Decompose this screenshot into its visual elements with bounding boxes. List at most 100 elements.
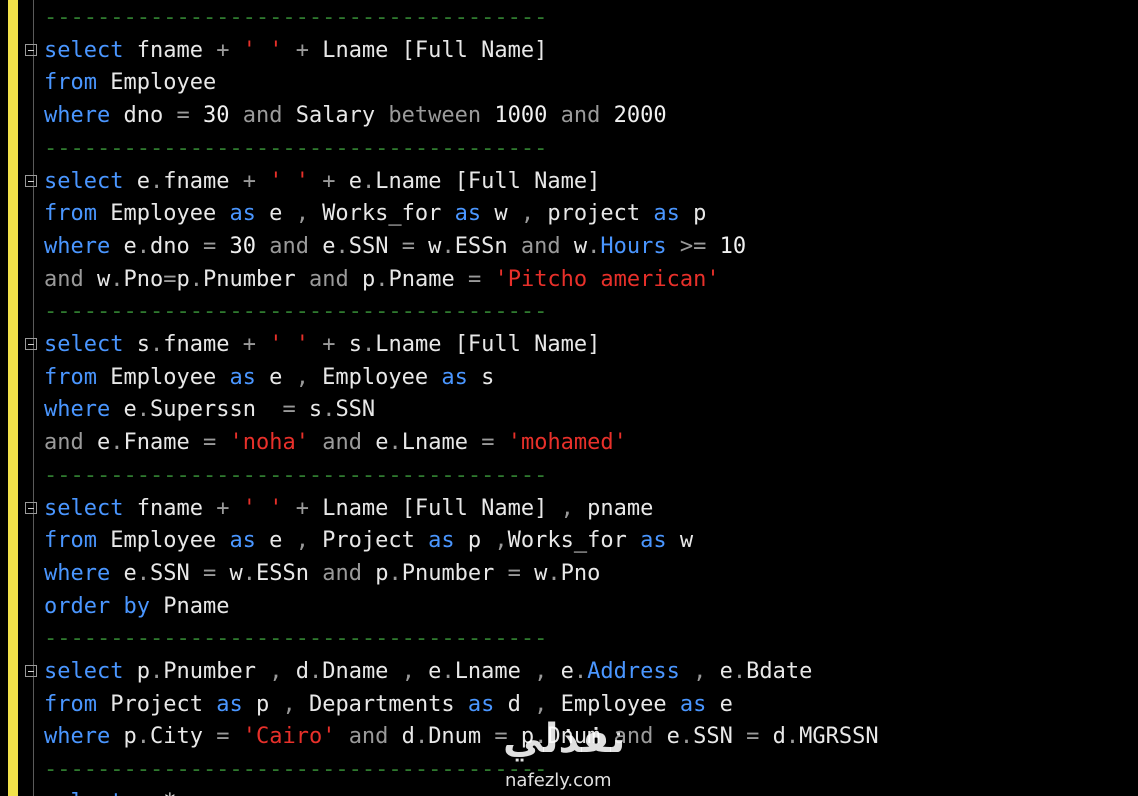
code-token: =: [467, 266, 482, 292]
code-token: s: [123, 332, 150, 357]
code-token: --------------------------------------: [44, 299, 548, 325]
code-token: ' ': [269, 332, 309, 357]
code-token: =: [202, 560, 217, 586]
code-token: Lname [Full Name]: [375, 332, 601, 357]
code-token: and: [348, 724, 389, 750]
code-token: e: [110, 233, 137, 259]
code-token: p: [679, 201, 707, 227]
code-token: .: [308, 659, 323, 684]
code-token: e: [123, 168, 150, 194]
code-text: select e.*: [44, 787, 176, 796]
code-token: and: [44, 266, 84, 292]
code-token: ' ': [242, 495, 283, 521]
code-text: from Employee as e , Employee as s: [44, 362, 494, 394]
code-token: --------------------------------------: [44, 462, 548, 488]
code-token: ,: [494, 528, 508, 554]
code-token: .: [335, 233, 349, 259]
code-token: .: [149, 659, 164, 684]
collapse-toggle-icon[interactable]: [25, 338, 37, 350]
code-token: Employee: [96, 364, 230, 390]
code-token: fname: [163, 168, 243, 194]
code-token: 'mohamed': [507, 430, 627, 456]
code-token: .: [441, 659, 455, 684]
code-token: e: [706, 659, 733, 684]
code-token: .: [361, 332, 376, 357]
code-token: Works_for: [308, 201, 455, 227]
code-text: --------------------------------------: [44, 460, 547, 492]
code-text: from Project as p , Departments as d , E…: [44, 689, 733, 721]
code-text: where e.Superssn = s.SSN: [44, 394, 375, 426]
code-token: select: [44, 495, 124, 521]
code-token: =: [282, 397, 296, 423]
code-text: select e.fname + ' ' + e.Lname [Full Nam…: [44, 166, 600, 198]
code-token: Bdate: [746, 659, 813, 684]
code-token: as: [428, 528, 455, 554]
code-token: --------------------------------------: [44, 626, 548, 652]
code-token: SSN: [149, 560, 203, 586]
code-text: and w.Pno=p.Pnumber and p.Pname = 'Pitch…: [44, 264, 720, 296]
code-token: as: [229, 364, 256, 390]
code-token: >=: [679, 233, 707, 259]
code-token: and: [322, 560, 362, 586]
code-token: =: [507, 560, 521, 586]
code-token: SSN: [335, 397, 376, 423]
code-token: Dnum: [428, 724, 495, 750]
code-text: where e.SSN = w.ESSn and p.Pnumber = w.P…: [44, 558, 600, 590]
code-token: w: [83, 266, 111, 292]
code-token: and: [613, 724, 654, 750]
code-text: order by Pname: [44, 591, 229, 623]
code-token: Employee: [547, 691, 680, 717]
code-token: e: [123, 790, 150, 796]
code-token: .: [189, 266, 203, 292]
code-token: 30: [189, 103, 243, 129]
code-token: select: [44, 659, 124, 684]
code-token: as: [640, 528, 667, 554]
code-token: e: [110, 397, 137, 423]
code-token: .: [414, 724, 429, 750]
code-token: +: [242, 332, 256, 357]
collapse-toggle-icon[interactable]: [25, 501, 37, 514]
code-token: 'Cairo': [242, 724, 336, 750]
code-token: as: [229, 201, 256, 227]
code-token: 'noha': [229, 430, 309, 456]
code-token: +: [322, 168, 336, 194]
code-token: Works_for: [507, 528, 641, 554]
code-token: select: [44, 37, 124, 63]
code-token: SSN: [348, 233, 402, 259]
change-tracking-bar: [8, 0, 18, 796]
code-token: e: [83, 430, 111, 456]
code-token: .: [573, 659, 588, 684]
code-token: d: [282, 659, 309, 684]
code-token: --------------------------------------: [44, 5, 548, 30]
code-token: +: [295, 495, 309, 521]
code-token: ESSn: [255, 560, 323, 586]
code-token: and: [44, 430, 84, 456]
code-token: ,: [534, 659, 548, 684]
code-token: from: [44, 528, 97, 554]
collapse-toggle-icon[interactable]: [25, 665, 37, 677]
code-token: e: [255, 528, 296, 554]
collapse-toggle-icon[interactable]: [25, 43, 37, 56]
code-token: Address: [587, 659, 680, 684]
code-token: ,: [534, 691, 548, 717]
code-token: Employee: [96, 70, 217, 96]
code-token: ' ': [242, 37, 283, 63]
code-token: Pnumber: [401, 560, 508, 586]
code-token: where: [44, 724, 111, 750]
code-token: p: [507, 724, 535, 750]
code-token: 2000: [600, 103, 667, 129]
code-token: e: [110, 560, 137, 586]
collapse-toggle-icon[interactable]: [25, 174, 37, 187]
code-token: Pno: [560, 560, 601, 586]
code-token: =: [494, 724, 508, 750]
code-token: .: [534, 724, 548, 750]
code-token: Employee: [96, 201, 230, 227]
sql-code-editor[interactable]: -------------------------------------- se…: [22, 0, 1132, 796]
